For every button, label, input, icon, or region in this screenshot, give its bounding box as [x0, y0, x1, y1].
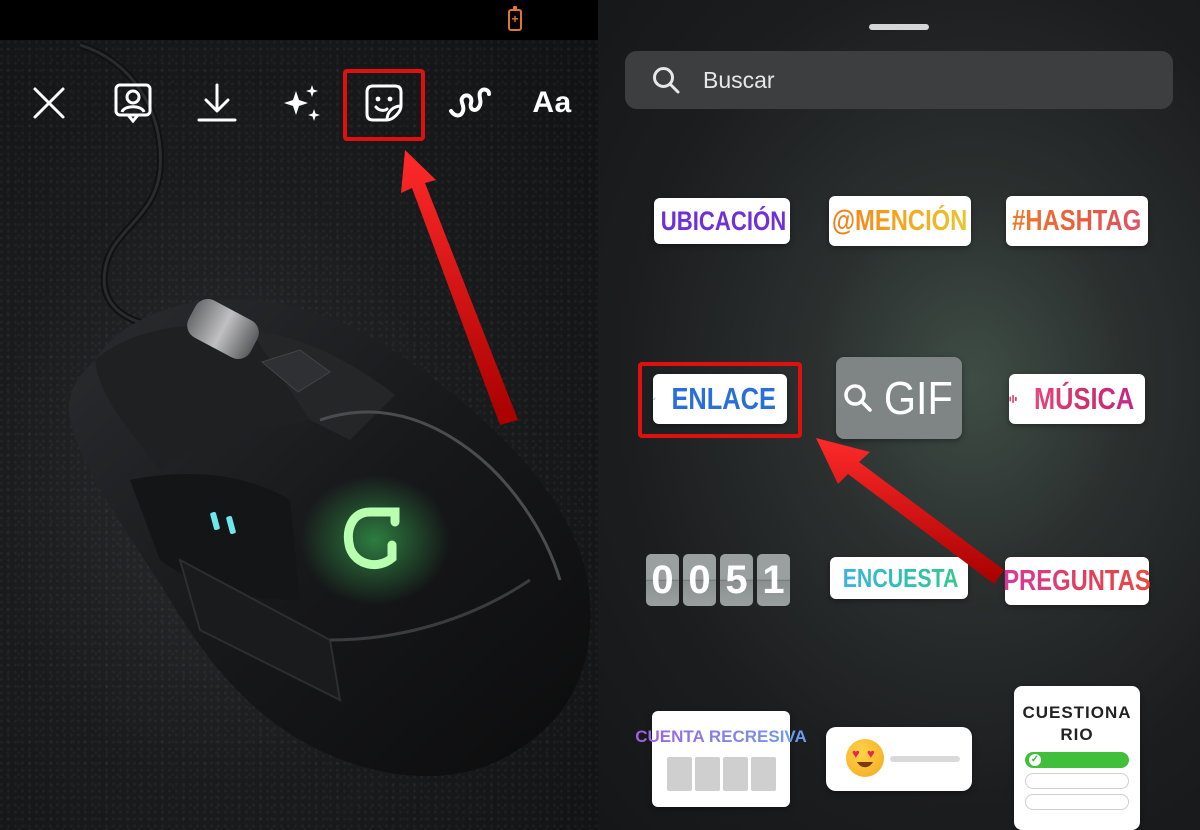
- text-button[interactable]: Aa: [522, 72, 582, 134]
- quiz-option: [1025, 773, 1129, 789]
- music-bars-icon: [1009, 394, 1017, 404]
- countdown-digit: 5: [720, 554, 753, 606]
- close-icon: [33, 87, 65, 119]
- sticker-music-label: MÚSICA: [1033, 381, 1134, 416]
- mouse-photo: [69, 41, 591, 777]
- gif-search-icon: [843, 384, 872, 412]
- sticker-music[interactable]: MÚSICA: [1009, 374, 1145, 424]
- sticker-quiz[interactable]: CUESTIONARIO: [1014, 686, 1140, 830]
- sticker-poll-label: ENCUESTA: [843, 562, 959, 593]
- drag-handle[interactable]: [869, 24, 929, 30]
- sticker-poll[interactable]: ENCUESTA: [830, 557, 968, 599]
- search-input[interactable]: [703, 66, 1123, 94]
- sticker-questions[interactable]: PREGUNTAS: [1003, 557, 1151, 605]
- draw-button[interactable]: [440, 72, 500, 134]
- scribble-icon: [449, 87, 491, 118]
- countdown-digit: 0: [683, 554, 716, 606]
- sticker-mention-label: @MENCIÓN: [832, 204, 968, 237]
- sparkles-icon: [284, 85, 320, 121]
- search-bar[interactable]: [625, 51, 1173, 109]
- countdown-digit: 0: [646, 554, 679, 606]
- download-button[interactable]: [188, 72, 246, 134]
- sticker-emoji-slider[interactable]: ♥ ♥: [826, 727, 972, 791]
- countdown-boxes: [666, 757, 776, 791]
- story-editor-panel: + Aa: [0, 0, 598, 830]
- sticker-gif[interactable]: GIF: [836, 357, 962, 439]
- link-highlight-box: [638, 362, 802, 438]
- tag-people-button[interactable]: [104, 72, 162, 134]
- download-icon: [197, 83, 237, 122]
- text-icon: Aa: [532, 86, 572, 119]
- sticker-quiz-label: CUESTIONARIO: [1022, 703, 1132, 744]
- sticker-tray-panel: UBICACIÓN @MENCIÓN #HASHTAG ENLACE GIF M…: [598, 0, 1200, 830]
- battery-charging-icon: +: [508, 6, 522, 31]
- search-icon: [653, 67, 680, 94]
- status-bar: +: [0, 0, 598, 40]
- sticker-hashtag-label: #HASHTAG: [1012, 204, 1142, 237]
- quiz-option-correct: [1025, 752, 1129, 768]
- sticker-countdown-clock[interactable]: 0 0 5 1: [646, 553, 794, 607]
- sticker-location-label: UBICACIÓN: [660, 205, 786, 236]
- countdown-digit: 1: [757, 554, 790, 606]
- sticker-hashtag[interactable]: #HASHTAG: [1006, 196, 1148, 246]
- person-tag-icon: [114, 83, 152, 124]
- sticker-mention[interactable]: @MENCIÓN: [829, 196, 971, 246]
- stickers-highlight-box: [343, 69, 425, 141]
- effects-button[interactable]: [272, 72, 330, 134]
- sticker-gif-label: GIF: [883, 372, 953, 424]
- close-button[interactable]: [22, 72, 76, 134]
- sticker-location[interactable]: UBICACIÓN: [654, 198, 790, 244]
- sticker-countdown[interactable]: CUENTA RECRESIVA: [635, 711, 807, 807]
- quiz-option: [1025, 794, 1129, 810]
- slider-track: [890, 756, 960, 762]
- heart-eyes-emoji-icon: ♥ ♥: [846, 739, 884, 777]
- sticker-countdown-label: CUENTA RECRESIVA: [635, 727, 807, 746]
- sticker-questions-label: PREGUNTAS: [1003, 564, 1151, 597]
